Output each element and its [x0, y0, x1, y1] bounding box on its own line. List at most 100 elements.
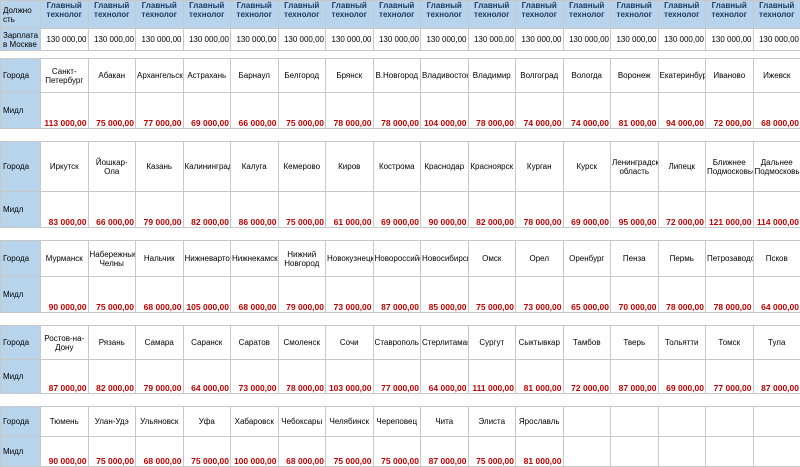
position-cell[interactable]: Главный технолог [326, 1, 374, 29]
moscow-salary-cell[interactable]: 130 000,00 [88, 29, 136, 51]
median-salary-cell[interactable]: 90 000,00 [421, 192, 469, 228]
median-salary-cell[interactable]: 77 000,00 [373, 360, 421, 394]
city-cell[interactable]: Чебоксары [278, 407, 326, 437]
city-cell[interactable]: Курск [563, 142, 611, 192]
median-salary-cell[interactable]: 87 000,00 [753, 360, 800, 394]
city-cell[interactable]: Смоленск [278, 326, 326, 360]
empty-cell[interactable] [658, 437, 706, 467]
median-salary-cell[interactable]: 75 000,00 [183, 437, 231, 467]
median-salary-cell[interactable]: 114 000,00 [753, 192, 800, 228]
city-cell[interactable]: Псков [753, 241, 800, 277]
city-cell[interactable]: Сыктывкар [516, 326, 564, 360]
median-salary-cell[interactable]: 78 000,00 [468, 93, 516, 129]
median-salary-cell[interactable]: 69 000,00 [183, 93, 231, 129]
median-salary-cell[interactable]: 87 000,00 [421, 437, 469, 467]
median-salary-cell[interactable]: 69 000,00 [563, 192, 611, 228]
city-cell[interactable]: Элиста [468, 407, 516, 437]
median-salary-cell[interactable]: 72 000,00 [658, 192, 706, 228]
empty-cell[interactable] [563, 437, 611, 467]
median-salary-cell[interactable]: 66 000,00 [231, 93, 279, 129]
median-salary-cell[interactable]: 82 000,00 [183, 192, 231, 228]
city-cell[interactable]: Калуга [231, 142, 279, 192]
median-salary-cell[interactable]: 100 000,00 [231, 437, 279, 467]
city-cell[interactable]: Брянск [326, 59, 374, 93]
position-cell[interactable]: Главный технолог [41, 1, 89, 29]
empty-cell[interactable] [611, 407, 659, 437]
median-salary-cell[interactable]: 79 000,00 [136, 360, 184, 394]
city-cell[interactable]: Волгоград [516, 59, 564, 93]
city-cell[interactable]: Абакан [88, 59, 136, 93]
city-cell[interactable]: Владивосток [421, 59, 469, 93]
median-salary-cell[interactable]: 86 000,00 [231, 192, 279, 228]
empty-cell[interactable] [611, 437, 659, 467]
city-cell[interactable]: Петрозаводск [706, 241, 754, 277]
median-salary-cell[interactable]: 66 000,00 [88, 192, 136, 228]
median-salary-cell[interactable]: 75 000,00 [88, 277, 136, 313]
median-salary-cell[interactable]: 79 000,00 [136, 192, 184, 228]
city-cell[interactable]: Ленинградская область [611, 142, 659, 192]
city-cell[interactable]: Стерлитамак [421, 326, 469, 360]
median-salary-cell[interactable]: 78 000,00 [658, 277, 706, 313]
median-salary-cell[interactable]: 82 000,00 [88, 360, 136, 394]
median-salary-cell[interactable]: 68 000,00 [278, 437, 326, 467]
position-cell[interactable]: Главный технолог [373, 1, 421, 29]
city-cell[interactable]: Краснодар [421, 142, 469, 192]
city-cell[interactable]: Тверь [611, 326, 659, 360]
city-cell[interactable]: Оренбург [563, 241, 611, 277]
city-cell[interactable]: Дальнее Подмосковье [753, 142, 800, 192]
city-cell[interactable]: Тамбов [563, 326, 611, 360]
empty-cell[interactable] [706, 437, 754, 467]
position-cell[interactable]: Главный технолог [136, 1, 184, 29]
position-cell[interactable]: Главный технолог [753, 1, 800, 29]
city-cell[interactable]: Липецк [658, 142, 706, 192]
median-salary-cell[interactable]: 90 000,00 [41, 277, 89, 313]
median-salary-cell[interactable]: 69 000,00 [658, 360, 706, 394]
position-cell[interactable]: Главный технолог [563, 1, 611, 29]
city-cell[interactable]: Чита [421, 407, 469, 437]
city-cell[interactable]: Челябинск [326, 407, 374, 437]
city-cell[interactable]: Сочи [326, 326, 374, 360]
city-cell[interactable]: Нальчик [136, 241, 184, 277]
median-salary-cell[interactable]: 111 000,00 [468, 360, 516, 394]
city-cell[interactable]: Белгород [278, 59, 326, 93]
median-salary-cell[interactable]: 68 000,00 [136, 277, 184, 313]
moscow-salary-cell[interactable]: 130 000,00 [658, 29, 706, 51]
median-salary-cell[interactable]: 75 000,00 [326, 437, 374, 467]
moscow-salary-cell[interactable]: 130 000,00 [753, 29, 800, 51]
median-salary-cell[interactable]: 68 000,00 [136, 437, 184, 467]
moscow-salary-cell[interactable]: 130 000,00 [611, 29, 659, 51]
city-cell[interactable]: Пенза [611, 241, 659, 277]
position-cell[interactable]: Главный технолог [468, 1, 516, 29]
cities-label[interactable]: Города [1, 59, 41, 93]
city-cell[interactable]: Ближнее Подмосковье [706, 142, 754, 192]
median-salary-cell[interactable]: 90 000,00 [41, 437, 89, 467]
median-salary-cell[interactable]: 61 000,00 [326, 192, 374, 228]
city-cell[interactable]: Саратов [231, 326, 279, 360]
city-cell[interactable]: Йошкар-Ола [88, 142, 136, 192]
median-label[interactable]: Мидл [1, 360, 41, 394]
median-label[interactable]: Мидл [1, 192, 41, 228]
city-cell[interactable]: Архангельск [136, 59, 184, 93]
median-salary-cell[interactable]: 104 000,00 [421, 93, 469, 129]
median-salary-cell[interactable]: 75 000,00 [468, 277, 516, 313]
city-cell[interactable]: Калининград [183, 142, 231, 192]
median-salary-cell[interactable]: 87 000,00 [611, 360, 659, 394]
position-cell[interactable]: Главный технолог [421, 1, 469, 29]
city-cell[interactable]: Тольятти [658, 326, 706, 360]
position-cell[interactable]: Главный технолог [88, 1, 136, 29]
median-salary-cell[interactable]: 68 000,00 [753, 93, 800, 129]
median-salary-cell[interactable]: 75 000,00 [88, 437, 136, 467]
position-cell[interactable]: Главный технолог [611, 1, 659, 29]
position-cell[interactable]: Главный технолог [706, 1, 754, 29]
city-cell[interactable]: Самара [136, 326, 184, 360]
median-salary-cell[interactable]: 103 000,00 [326, 360, 374, 394]
city-cell[interactable]: Курган [516, 142, 564, 192]
city-cell[interactable]: Нижний Новгород [278, 241, 326, 277]
city-cell[interactable]: Тула [753, 326, 800, 360]
median-salary-cell[interactable]: 72 000,00 [706, 93, 754, 129]
median-salary-cell[interactable]: 73 000,00 [326, 277, 374, 313]
position-cell[interactable]: Главный технолог [658, 1, 706, 29]
city-cell[interactable]: Санкт-Петербург [41, 59, 89, 93]
moscow-salary-cell[interactable]: 130 000,00 [421, 29, 469, 51]
city-cell[interactable]: Тюмень [41, 407, 89, 437]
